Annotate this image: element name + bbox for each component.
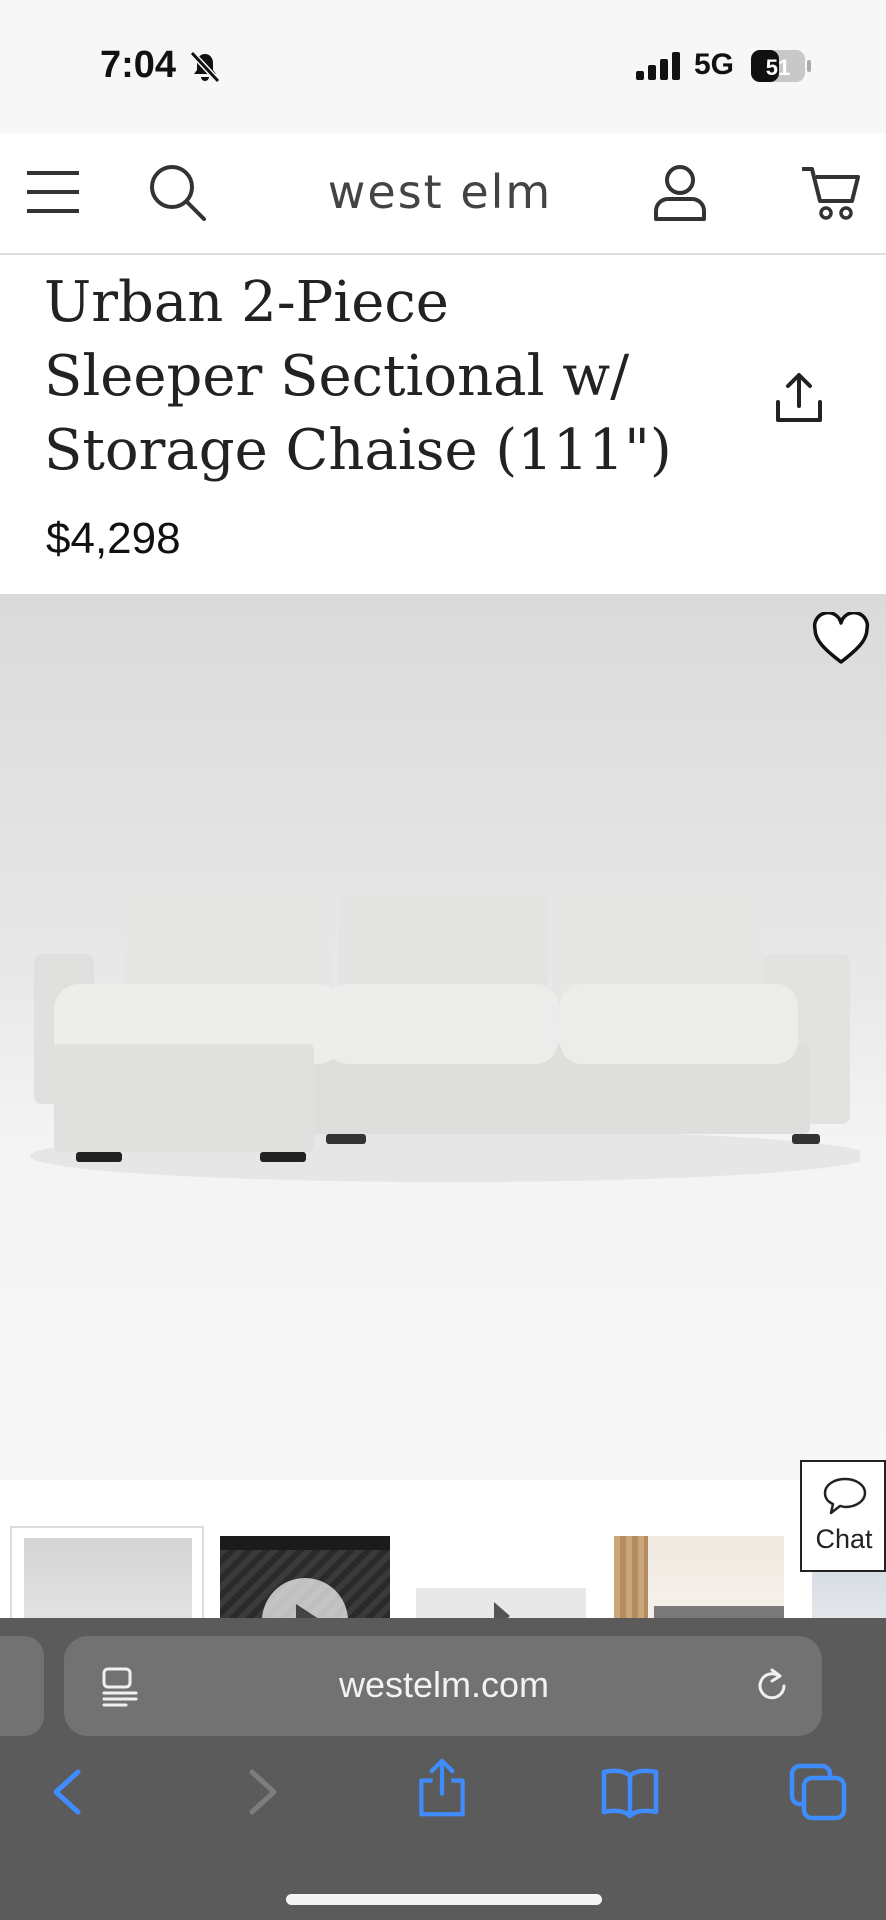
forward-icon[interactable] xyxy=(230,1762,290,1822)
thumbnail-2-video[interactable] xyxy=(220,1536,390,1618)
status-time: 7:04 xyxy=(100,44,177,86)
search-icon[interactable] xyxy=(148,163,208,223)
bell-slash-icon xyxy=(189,50,221,84)
play-icon xyxy=(494,1602,510,1618)
browser-toolbar: westelm.com xyxy=(0,1618,886,1920)
play-icon xyxy=(262,1578,348,1618)
chat-label: Chat xyxy=(815,1524,873,1554)
signal-icon xyxy=(636,52,680,80)
url-text[interactable]: westelm.com xyxy=(184,1664,704,1706)
site-header: west elm xyxy=(0,133,886,255)
reload-icon[interactable] xyxy=(752,1666,792,1706)
status-bar: 7:04 5G 51 xyxy=(0,0,886,133)
reader-icon[interactable] xyxy=(100,1666,140,1708)
address-bar[interactable]: westelm.com xyxy=(64,1636,822,1736)
brand-logo[interactable]: west elm xyxy=(290,165,590,219)
thumbnail-4[interactable] xyxy=(614,1536,784,1618)
thumbnail-strip xyxy=(0,1480,886,1618)
tabs-icon[interactable] xyxy=(788,1762,848,1822)
svg-text:51: 51 xyxy=(766,55,790,80)
product-image[interactable] xyxy=(0,594,886,1480)
previous-tab-preview[interactable] xyxy=(0,1636,44,1736)
bookmarks-icon[interactable] xyxy=(600,1762,660,1822)
chat-button[interactable]: Chat xyxy=(800,1460,886,1572)
home-indicator xyxy=(286,1894,602,1905)
menu-icon[interactable] xyxy=(24,167,82,217)
share-icon[interactable] xyxy=(412,1758,472,1818)
heart-icon[interactable] xyxy=(812,612,870,666)
thumbnail-3-video[interactable] xyxy=(416,1536,586,1618)
back-icon[interactable] xyxy=(40,1762,100,1822)
account-icon[interactable] xyxy=(652,163,708,223)
chat-bubble-icon xyxy=(823,1477,867,1515)
sofa-illustration xyxy=(30,894,860,1182)
product-price: $4,298 xyxy=(46,514,181,563)
network-type: 5G xyxy=(694,48,735,81)
thumbnail-1[interactable] xyxy=(10,1526,204,1618)
product-title: Urban 2-Piece Sleeper Sectional w/ Stora… xyxy=(44,270,672,483)
cart-icon[interactable] xyxy=(800,163,860,221)
battery-icon: 51 xyxy=(751,50,811,82)
share-icon[interactable] xyxy=(774,372,824,424)
